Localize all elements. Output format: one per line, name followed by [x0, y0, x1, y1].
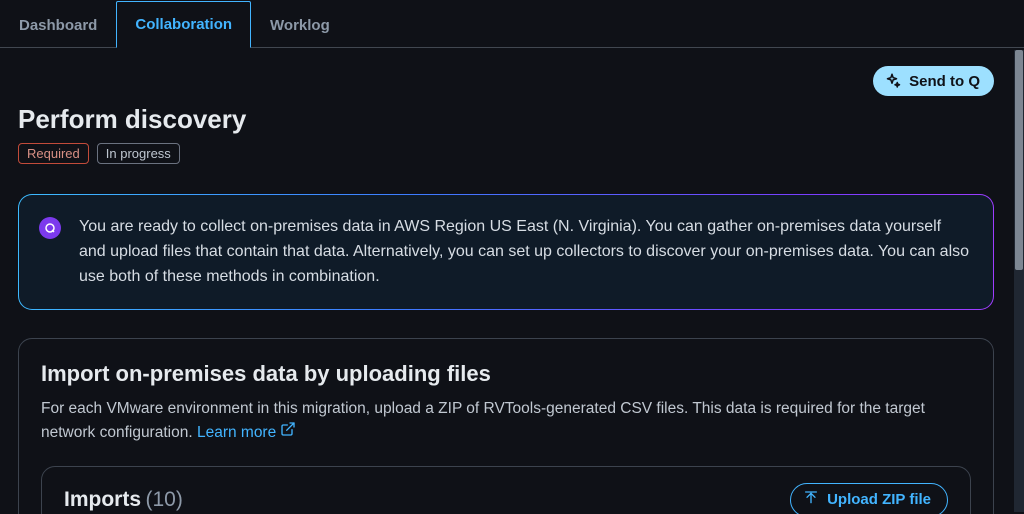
tab-collaboration[interactable]: Collaboration [116, 1, 251, 48]
send-to-q-button[interactable]: Send to Q [873, 66, 994, 96]
learn-more-link[interactable]: Learn more [197, 421, 296, 444]
imports-subcard: Imports (10) Upload ZIP file [41, 466, 971, 514]
learn-more-label: Learn more [197, 421, 276, 444]
upload-icon [803, 490, 819, 510]
import-card-description-text: For each VMware environment in this migr… [41, 400, 925, 440]
imports-title: Imports [64, 488, 141, 511]
imports-count: (10) [145, 488, 182, 511]
amazon-q-icon [39, 217, 61, 239]
info-text: You are ready to collect on-premises dat… [79, 215, 969, 289]
import-card-description: For each VMware environment in this migr… [41, 397, 971, 444]
content-scroll-area: Send to Q Perform discovery Required In … [0, 48, 1012, 514]
tab-bar: Dashboard Collaboration Worklog [0, 0, 1024, 48]
send-to-q-label: Send to Q [909, 73, 980, 90]
scrollbar-track[interactable] [1014, 50, 1024, 512]
page-title: Perform discovery [18, 104, 994, 135]
scrollbar-thumb[interactable] [1015, 50, 1023, 270]
badge-required: Required [18, 143, 89, 164]
external-link-icon [280, 421, 296, 444]
tab-dashboard[interactable]: Dashboard [0, 1, 116, 48]
info-panel: You are ready to collect on-premises dat… [18, 194, 994, 310]
sparkle-icon [883, 72, 901, 90]
upload-zip-button[interactable]: Upload ZIP file [790, 483, 948, 514]
import-card-title: Import on-premises data by uploading fil… [41, 361, 971, 387]
status-badges: Required In progress [18, 143, 994, 164]
upload-zip-label: Upload ZIP file [827, 491, 931, 508]
import-card: Import on-premises data by uploading fil… [18, 338, 994, 514]
tab-worklog[interactable]: Worklog [251, 1, 349, 48]
badge-in-progress: In progress [97, 143, 180, 164]
